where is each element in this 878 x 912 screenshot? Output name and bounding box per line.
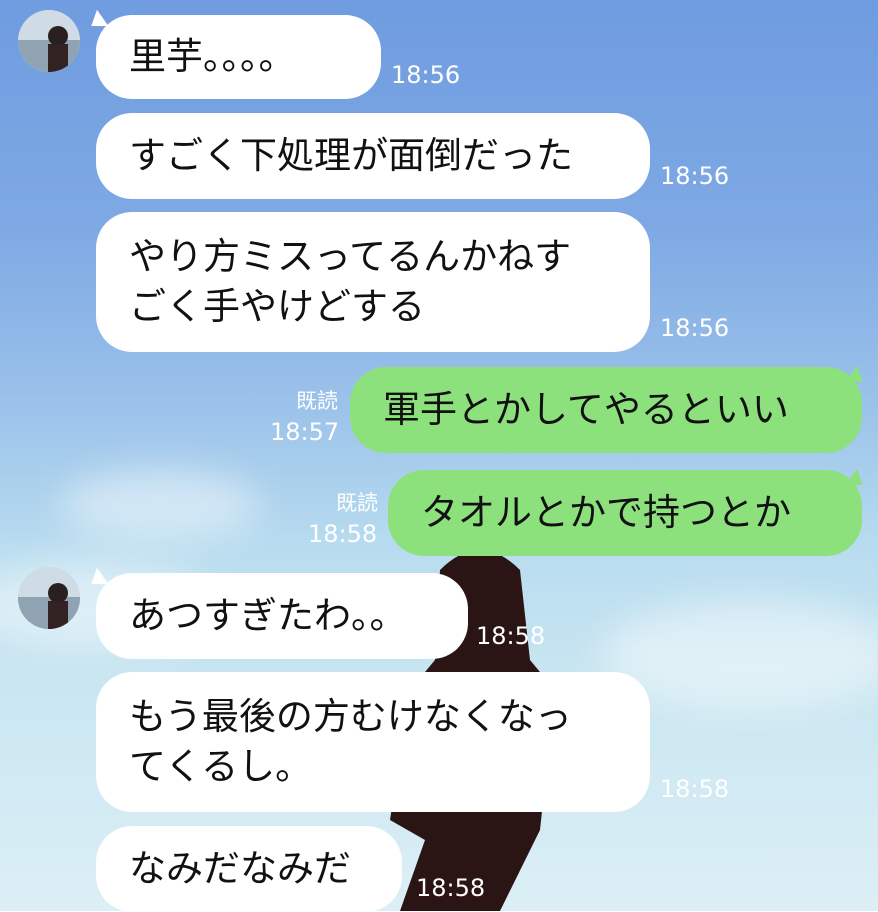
message-text: あつすぎたわ。。 bbox=[129, 594, 407, 637]
message-time: 18:58 bbox=[476, 622, 546, 650]
incoming-message-bubble[interactable]: あつすぎたわ。。 bbox=[96, 573, 468, 659]
message-time: 18:58 bbox=[416, 874, 486, 902]
incoming-message-bubble[interactable]: やり方ミスってるんかねす ごく手やけどする bbox=[96, 212, 650, 352]
outgoing-message-bubble[interactable]: タオルとかで持つとか bbox=[388, 470, 862, 556]
avatar-photo-icon bbox=[18, 10, 80, 72]
message-text: 里芋。。。。 bbox=[129, 35, 296, 78]
message-time: 18:57 bbox=[270, 418, 340, 446]
incoming-message-bubble[interactable]: もう最後の方むけなくなっ てくるし。 bbox=[96, 672, 650, 812]
incoming-message-bubble[interactable]: なみだなみだ bbox=[96, 826, 402, 912]
incoming-message-bubble[interactable]: 里芋。。。。 bbox=[96, 15, 381, 99]
read-receipt: 既読 bbox=[296, 389, 338, 413]
message-time: 18:58 bbox=[660, 775, 730, 803]
message-text: すごく下処理が面倒だった bbox=[129, 134, 573, 177]
background-cloud bbox=[60, 470, 260, 540]
read-receipt: 既読 bbox=[336, 491, 378, 515]
incoming-message-bubble[interactable]: すごく下処理が面倒だった bbox=[96, 113, 650, 199]
message-text: もう最後の方むけなくなっ てくるし。 bbox=[129, 695, 572, 788]
message-text: タオルとかで持つとか bbox=[421, 491, 791, 534]
outgoing-message-bubble[interactable]: 軍手とかしてやるといい bbox=[350, 367, 862, 453]
message-time: 18:56 bbox=[660, 162, 730, 190]
contact-avatar[interactable] bbox=[18, 10, 80, 72]
contact-avatar[interactable] bbox=[18, 567, 80, 629]
message-time: 18:56 bbox=[660, 314, 730, 342]
message-text: やり方ミスってるんかねす ごく手やけどする bbox=[129, 235, 572, 328]
message-time: 18:56 bbox=[391, 61, 461, 89]
message-text: なみだなみだ bbox=[129, 847, 351, 890]
message-text: 軍手とかしてやるといい bbox=[383, 388, 789, 431]
message-time: 18:58 bbox=[308, 520, 378, 548]
avatar-photo-icon bbox=[18, 567, 80, 629]
